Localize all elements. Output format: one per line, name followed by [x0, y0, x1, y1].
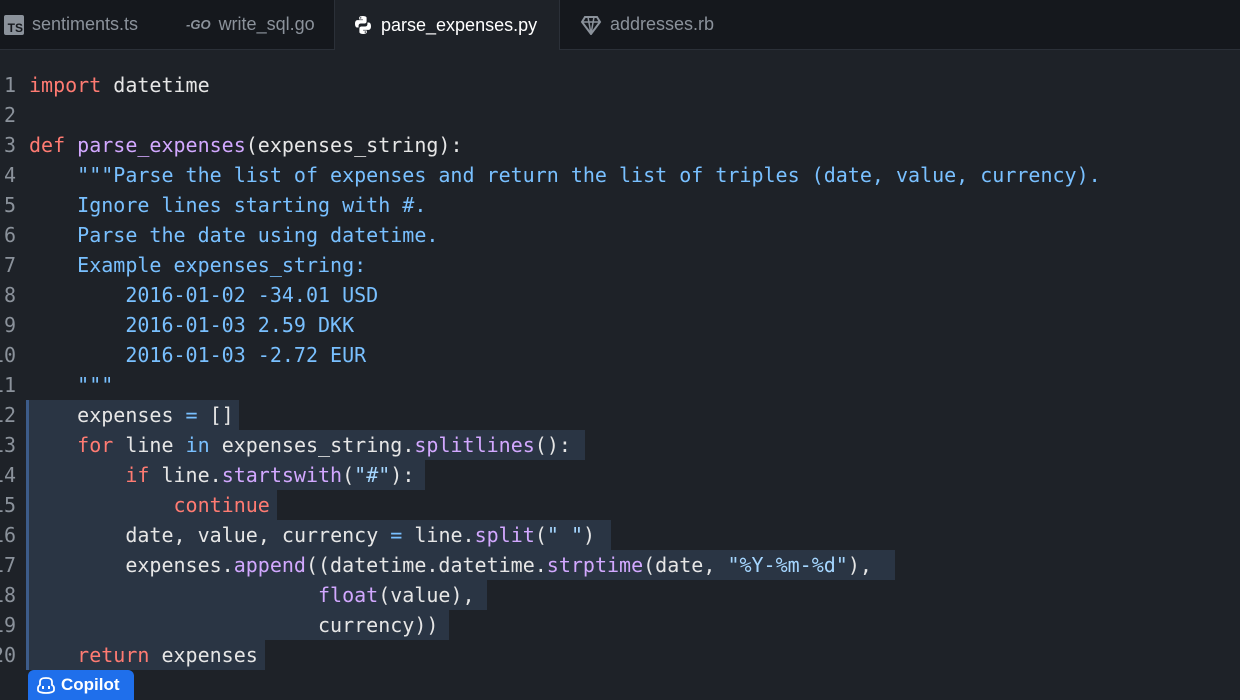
code-text: def parse_expenses(expenses_string): — [29, 133, 463, 157]
line-number: 9 — [3, 313, 16, 337]
line-number: 17 — [0, 553, 16, 577]
tab-label: addresses.rb — [610, 14, 715, 34]
line-number: 3 — [3, 133, 16, 157]
line-number: 20 — [0, 643, 16, 667]
line-number: 1 — [3, 73, 16, 97]
code-line: 9 2016-01-03 2.59 DKK — [0, 310, 1240, 340]
line-number: 12 — [0, 403, 16, 427]
code-text: currency)) — [317, 613, 439, 637]
code-text: Ignore lines starting with #. — [29, 193, 427, 217]
tab-bar: TS sentiments.ts -GO write_sql.go parse_… — [0, 0, 1240, 50]
line-number: 14 — [0, 463, 16, 487]
go-icon: -GO — [186, 17, 211, 32]
code-line: 16 date, value, currency = line.split(" … — [0, 520, 1240, 550]
line-number: 4 — [3, 163, 16, 187]
line-number: 11 — [0, 373, 16, 397]
code-line: 14 if line.startswith("#"): — [0, 460, 1240, 490]
line-number: 7 — [3, 253, 16, 277]
typescript-icon: TS — [4, 14, 24, 35]
code-line: 2 — [0, 100, 1240, 130]
code-text: date, value, currency = line.split(" ") — [125, 523, 596, 547]
line-number: 18 — [0, 583, 16, 607]
code-text: """Parse the list of expenses and return… — [29, 163, 1101, 187]
code-line: 20 return expenses — [0, 640, 1240, 670]
code-line: 3 def parse_expenses(expenses_string): — [0, 130, 1240, 160]
code-line: 17 expenses.append((datetime.datetime.st… — [0, 550, 1240, 580]
code-line: 8 2016-01-02 -34.01 USD — [0, 280, 1240, 310]
code-text: Parse the date using datetime. — [29, 223, 439, 247]
code-text: if line.startswith("#"): — [125, 463, 415, 487]
tab-sentiments-ts[interactable]: TS sentiments.ts — [0, 0, 172, 49]
code-text: Example expenses_string: — [29, 253, 367, 277]
code-text: continue — [173, 493, 270, 517]
code-line: 7 Example expenses_string: — [0, 250, 1240, 280]
code-line: 1 import datetime — [0, 70, 1240, 100]
line-number: 10 — [0, 343, 16, 367]
code-text: 2016-01-03 2.59 DKK — [29, 313, 355, 337]
code-text: return expenses — [77, 643, 258, 667]
code-line: 11 """ — [0, 370, 1240, 400]
tab-label: sentiments.ts — [32, 14, 139, 34]
code-text: import datetime — [29, 73, 210, 97]
code-line: 13 for line in expenses_string.splitline… — [0, 430, 1240, 460]
copilot-label: Copilot — [61, 675, 120, 694]
tab-label: write_sql.go — [218, 14, 315, 34]
line-number: 8 — [3, 283, 16, 307]
code-line: 4 """Parse the list of expenses and retu… — [0, 160, 1240, 190]
tab-addresses-rb[interactable]: addresses.rb — [560, 0, 740, 49]
line-number: 16 — [0, 523, 16, 547]
line-number: 15 — [0, 493, 16, 517]
code-text: """ — [29, 373, 114, 397]
code-line: 10 2016-01-03 -2.72 EUR — [0, 340, 1240, 370]
tab-write-sql-go[interactable]: -GO write_sql.go — [172, 0, 334, 49]
line-number: 19 — [0, 613, 16, 637]
code-text: expenses.append((datetime.datetime.strpt… — [125, 553, 872, 577]
code-line: 6 Parse the date using datetime. — [0, 220, 1240, 250]
code-text: 2016-01-03 -2.72 EUR — [29, 343, 367, 367]
code-line: 18 float(value), — [0, 580, 1240, 610]
tab-label: parse_expenses.py — [381, 14, 538, 35]
line-number: 5 — [3, 193, 16, 217]
code-text: expenses = [] — [77, 403, 234, 427]
line-number: 2 — [3, 103, 16, 127]
code-line: 5 Ignore lines starting with #. — [0, 190, 1240, 220]
code-text: 2016-01-02 -34.01 USD — [29, 283, 379, 307]
python-icon — [353, 15, 373, 35]
ruby-icon — [580, 15, 602, 35]
code-text: float(value), — [317, 583, 475, 607]
code-line: 15 continue — [0, 490, 1240, 520]
copilot-icon — [37, 677, 55, 694]
code-text: for line in expenses_string.splitlines()… — [77, 433, 571, 457]
tab-parse-expenses-py[interactable]: parse_expenses.py — [334, 0, 560, 50]
code-line: 12 expenses = [] — [0, 400, 1240, 430]
line-number: 6 — [3, 223, 16, 247]
line-number: 13 — [0, 433, 16, 457]
code-line: 19 currency)) — [0, 610, 1240, 640]
